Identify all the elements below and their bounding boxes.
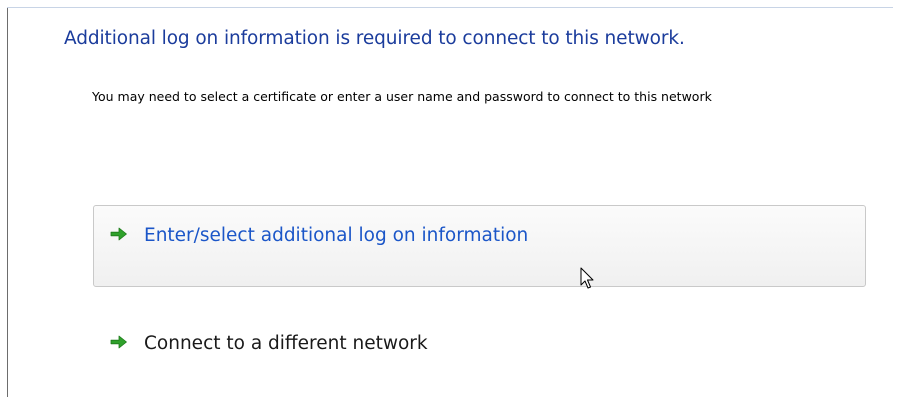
green-arrow-icon [110, 226, 128, 242]
panel-left-border [7, 7, 8, 397]
network-logon-panel: Additional log on information is require… [0, 0, 900, 397]
panel-top-border [7, 7, 893, 8]
connect-different-network-label: Connect to a different network [144, 333, 428, 354]
connect-different-network-option[interactable]: Connect to a different network [93, 310, 866, 392]
panel-description: You may need to select a certificate or … [92, 89, 712, 104]
green-arrow-icon [110, 334, 128, 350]
panel-heading: Additional log on information is require… [64, 28, 685, 49]
enter-logon-info-option[interactable]: Enter/select additional log on informati… [93, 205, 866, 287]
mouse-pointer-icon [580, 267, 596, 291]
enter-logon-info-label: Enter/select additional log on informati… [144, 225, 529, 246]
